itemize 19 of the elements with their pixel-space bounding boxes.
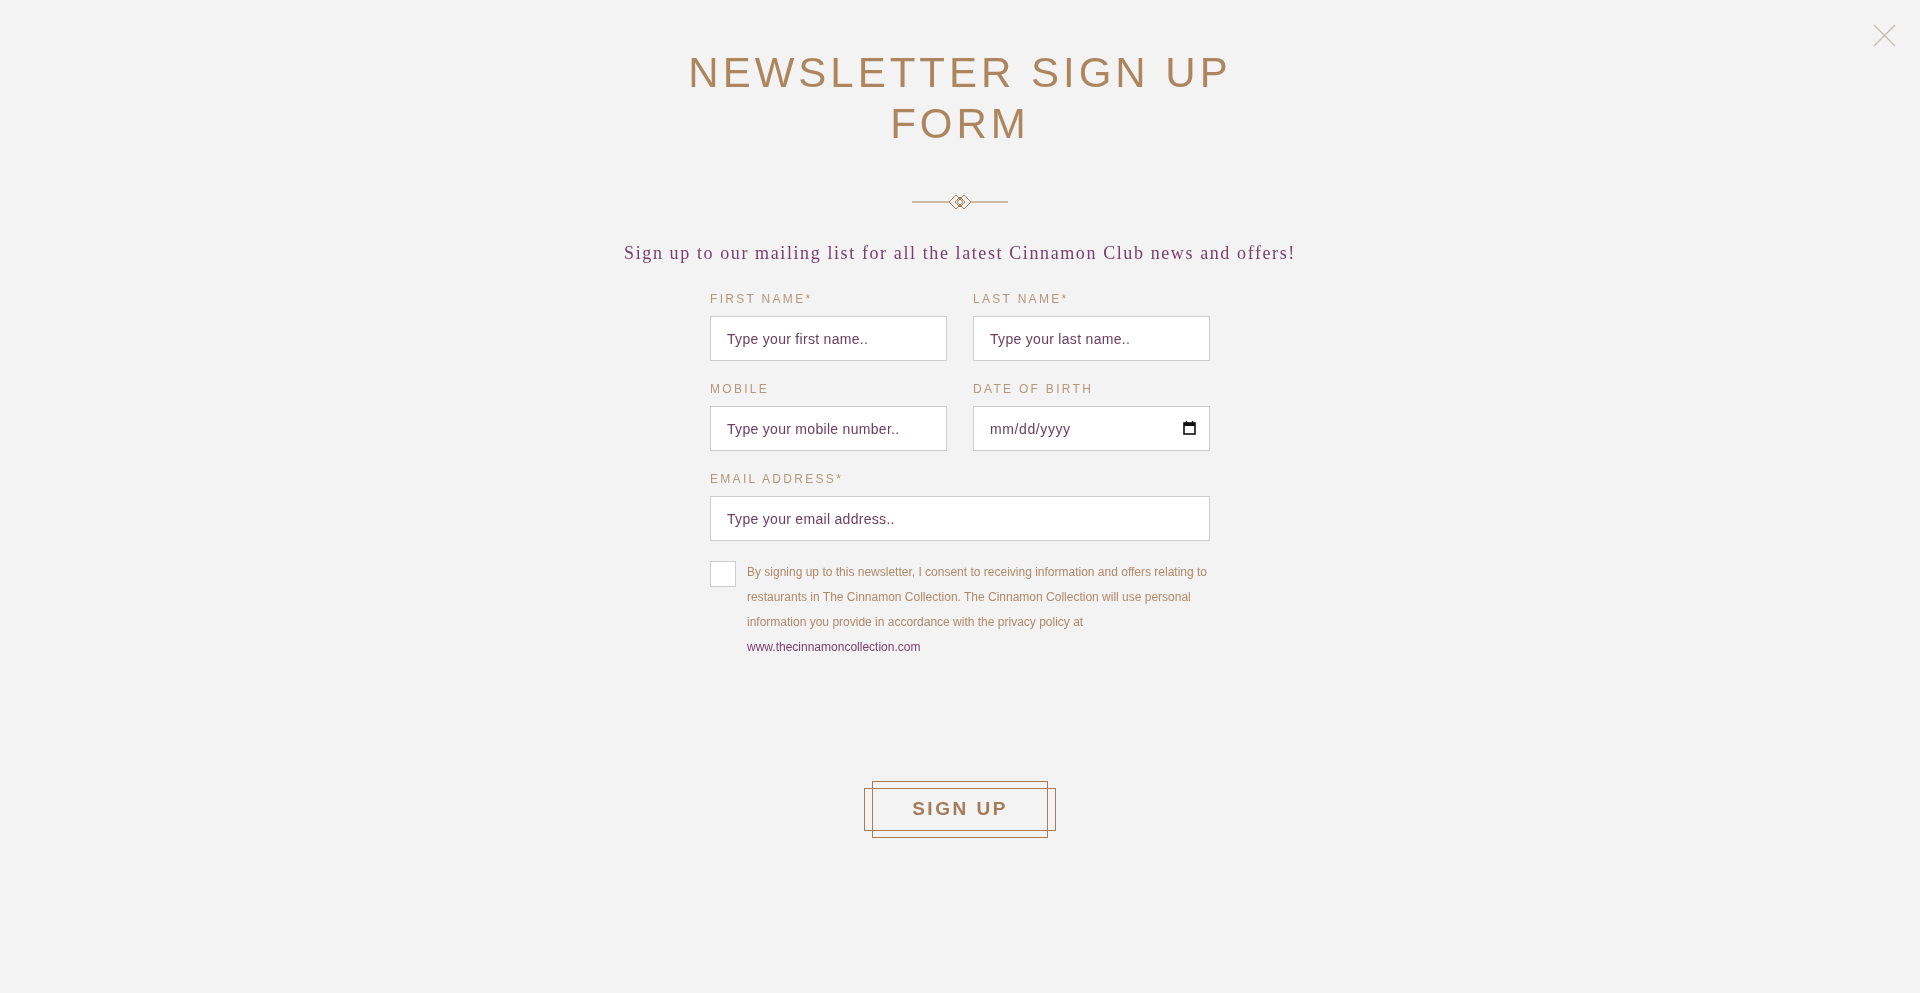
form-subtitle: Sign up to our mailing list for all the latest Cinnamon Club news and offers! bbox=[624, 242, 1296, 265]
date-field[interactable]: mm/dd/yyyy bbox=[973, 406, 1210, 451]
close-button[interactable] bbox=[1873, 24, 1896, 47]
privacy-policy-link[interactable]: www.thecinnamoncollection.com bbox=[747, 640, 921, 654]
close-icon bbox=[1873, 24, 1896, 47]
field-label: MOBILE bbox=[710, 381, 771, 397]
calendar-icon[interactable] bbox=[1183, 421, 1196, 435]
field-label: EMAIL ADDRESS* bbox=[710, 471, 845, 487]
input-field[interactable]: Type your email address.. bbox=[710, 496, 1210, 541]
input-field[interactable]: Type your mobile number.. bbox=[710, 406, 947, 451]
field-label: LAST NAME* bbox=[973, 291, 1070, 307]
field-label: FIRST NAME* bbox=[710, 291, 814, 307]
form-title: NEWSLETTER SIGN UP FORM bbox=[687, 48, 1233, 149]
input-field[interactable]: Type your first name.. bbox=[710, 316, 947, 361]
field-label: DATE OF BIRTH bbox=[973, 381, 1095, 397]
input-field[interactable]: Type your last name.. bbox=[973, 316, 1210, 361]
consent-checkbox[interactable] bbox=[710, 561, 736, 587]
diamond-divider-icon bbox=[912, 194, 1008, 210]
consent-text: By signing up to this newsletter, I consent to receiving information and offers relating to restaurants in The Cinnamon Collection. The Cinnamon Collection will use personal information you provide in accordance with the privacy policy at www.thecinnamoncollection.com bbox=[747, 564, 1209, 656]
